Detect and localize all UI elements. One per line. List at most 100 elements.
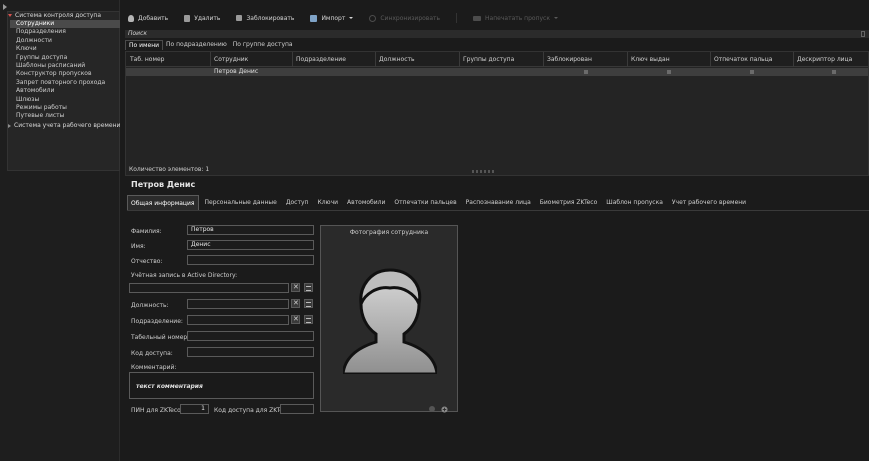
open-folder-icon[interactable] xyxy=(441,406,448,413)
column-divider[interactable] xyxy=(627,52,628,67)
nav-item-label: Должности xyxy=(16,36,52,44)
column-header[interactable]: Отпечаток пальца xyxy=(714,56,772,63)
nav-item-label: Автомобили xyxy=(16,87,55,95)
employee-title: Петров Денис xyxy=(131,180,196,189)
nav-item-waybills[interactable]: Путевые листы xyxy=(10,112,120,120)
add-button[interactable]: Добавить xyxy=(128,14,168,22)
column-divider[interactable] xyxy=(375,52,376,67)
department-field[interactable] xyxy=(187,315,289,325)
nav-item-schedule-templates[interactable]: Шаблоны расписаний xyxy=(10,62,120,70)
sync-button[interactable]: Синхронизировать xyxy=(369,14,441,22)
tab-by-department[interactable]: По подразделению xyxy=(163,40,230,50)
nav-item-label: Путевые листы xyxy=(16,112,65,120)
block-button-label: Заблокировать xyxy=(246,14,295,22)
zk-code-field[interactable] xyxy=(280,404,314,414)
column-header[interactable]: Заблокирован xyxy=(547,56,592,63)
clear-icon[interactable] xyxy=(291,299,300,308)
tab-zkteco-biometrics[interactable]: Биометрия ZKTeco xyxy=(537,195,601,210)
column-header[interactable]: Должность xyxy=(379,56,415,63)
sync-button-label: Синхронизировать xyxy=(380,14,441,22)
import-icon xyxy=(310,14,318,22)
select-list-icon[interactable] xyxy=(304,299,313,308)
tab-fingerprints[interactable]: Отпечатки пальцев xyxy=(391,195,459,210)
column-header[interactable]: Группы доступа xyxy=(463,56,514,63)
nav-item-pass-designer[interactable]: Конструктор пропусков xyxy=(10,70,120,78)
camera-icon[interactable] xyxy=(429,406,435,412)
tab-number-field[interactable] xyxy=(187,331,314,341)
navigation-sidebar: Система контроля доступа Сотрудники Подр… xyxy=(0,0,120,461)
department-label: Подразделение: xyxy=(131,318,183,325)
column-header[interactable]: Подразделение xyxy=(296,56,346,63)
nav-item-keys[interactable]: Ключи xyxy=(10,45,120,53)
tab-personal-data[interactable]: Персональные данные xyxy=(202,195,280,210)
print-pass-button[interactable]: Напечатать пропуск xyxy=(473,15,558,22)
nav-item-departments[interactable]: Подразделения xyxy=(10,28,120,36)
access-code-field[interactable] xyxy=(187,347,314,357)
splitter-grip[interactable] xyxy=(472,170,494,173)
table-row[interactable]: Петров Денис xyxy=(126,68,868,76)
tab-by-name[interactable]: По имени xyxy=(125,40,164,50)
column-header[interactable]: Таб. номер xyxy=(130,56,164,63)
position-field[interactable] xyxy=(187,299,289,309)
zk-pin-field[interactable]: 1 xyxy=(180,404,209,414)
column-divider[interactable] xyxy=(292,52,293,67)
column-divider[interactable] xyxy=(210,52,211,67)
lastname-field[interactable]: Петров xyxy=(187,225,314,235)
column-divider[interactable] xyxy=(793,52,794,67)
tab-keys[interactable]: Ключи xyxy=(314,195,341,210)
detail-tabs: Общая информация Персональные данные Дос… xyxy=(127,195,749,210)
access-code-label: Код доступа: xyxy=(131,350,173,357)
tabs-divider xyxy=(127,210,869,211)
column-header[interactable]: Сотрудник xyxy=(214,56,248,63)
search-tabs: По имени По подразделению По группе дост… xyxy=(125,40,296,50)
nav-item-gateways[interactable]: Шлюзы xyxy=(10,96,120,104)
nav-item-access-groups[interactable]: Группы доступа xyxy=(10,54,120,62)
select-list-icon[interactable] xyxy=(304,315,313,324)
nav-item-anti-passback[interactable]: Запрет повторного прохода xyxy=(10,79,120,87)
column-divider[interactable] xyxy=(459,52,460,67)
nav-group-access-control[interactable]: Система контроля доступа xyxy=(8,11,101,20)
nav-item-label: Сотрудники xyxy=(16,20,55,27)
column-divider[interactable] xyxy=(543,52,544,67)
column-header[interactable]: Дескриптор лица xyxy=(797,56,852,63)
nav-item-work-modes[interactable]: Режимы работы xyxy=(10,104,120,112)
tab-access[interactable]: Доступ xyxy=(283,195,312,210)
expand-sidebar-icon[interactable] xyxy=(3,4,7,10)
pin-icon[interactable] xyxy=(861,31,865,37)
print-pass-icon xyxy=(473,15,482,21)
clear-icon[interactable] xyxy=(291,315,300,324)
nav-item-label: Запрет повторного прохода xyxy=(16,78,106,86)
comment-text: текст комментария xyxy=(136,383,203,390)
firstname-field[interactable]: Денис xyxy=(187,240,314,250)
tab-general-info[interactable]: Общая информация xyxy=(127,195,199,210)
tab-by-access-group[interactable]: По группе доступа xyxy=(230,40,296,50)
search-panel-header[interactable]: Поиск xyxy=(125,30,869,38)
trash-icon xyxy=(184,14,191,22)
nav-item-cars[interactable]: Автомобили xyxy=(10,87,120,95)
tab-face-recognition[interactable]: Распознавание лица xyxy=(463,195,534,210)
blocked-checkbox xyxy=(584,70,588,74)
clear-icon[interactable] xyxy=(291,283,300,292)
block-button[interactable]: Заблокировать xyxy=(236,15,294,22)
tab-number-label: Табельный номер: xyxy=(131,334,190,341)
tab-pass-template[interactable]: Шаблон пропуска xyxy=(603,195,666,210)
column-header[interactable]: Ключ выдан xyxy=(631,56,670,63)
photo-frame: Фотография сотрудника xyxy=(320,225,458,413)
import-button[interactable]: Импорт xyxy=(310,14,354,22)
column-divider[interactable] xyxy=(710,52,711,67)
tab-time-tracking[interactable]: Учет рабочего времени xyxy=(669,195,749,210)
toolbar: Добавить Удалить Заблокировать Импорт Си… xyxy=(121,10,869,26)
comment-field[interactable]: текст комментария xyxy=(129,372,314,399)
ad-account-label: Учётная запись в Active Directory: xyxy=(131,272,238,279)
nav-item-employees[interactable]: Сотрудники xyxy=(10,20,120,29)
fingerprint-checkbox xyxy=(750,70,754,74)
tab-cars[interactable]: Автомобили xyxy=(344,195,388,210)
avatar-placeholder-icon xyxy=(343,268,437,374)
middlename-field[interactable] xyxy=(187,255,314,265)
select-list-icon[interactable] xyxy=(304,283,313,292)
zk-pin-label: ПИН для ZKTeco: xyxy=(131,407,183,414)
ad-account-field[interactable] xyxy=(129,283,289,293)
nav-group-time-tracking[interactable]: Система учета рабочего времени xyxy=(8,121,120,130)
delete-button[interactable]: Удалить xyxy=(184,14,220,22)
nav-item-positions[interactable]: Должности xyxy=(10,37,120,45)
